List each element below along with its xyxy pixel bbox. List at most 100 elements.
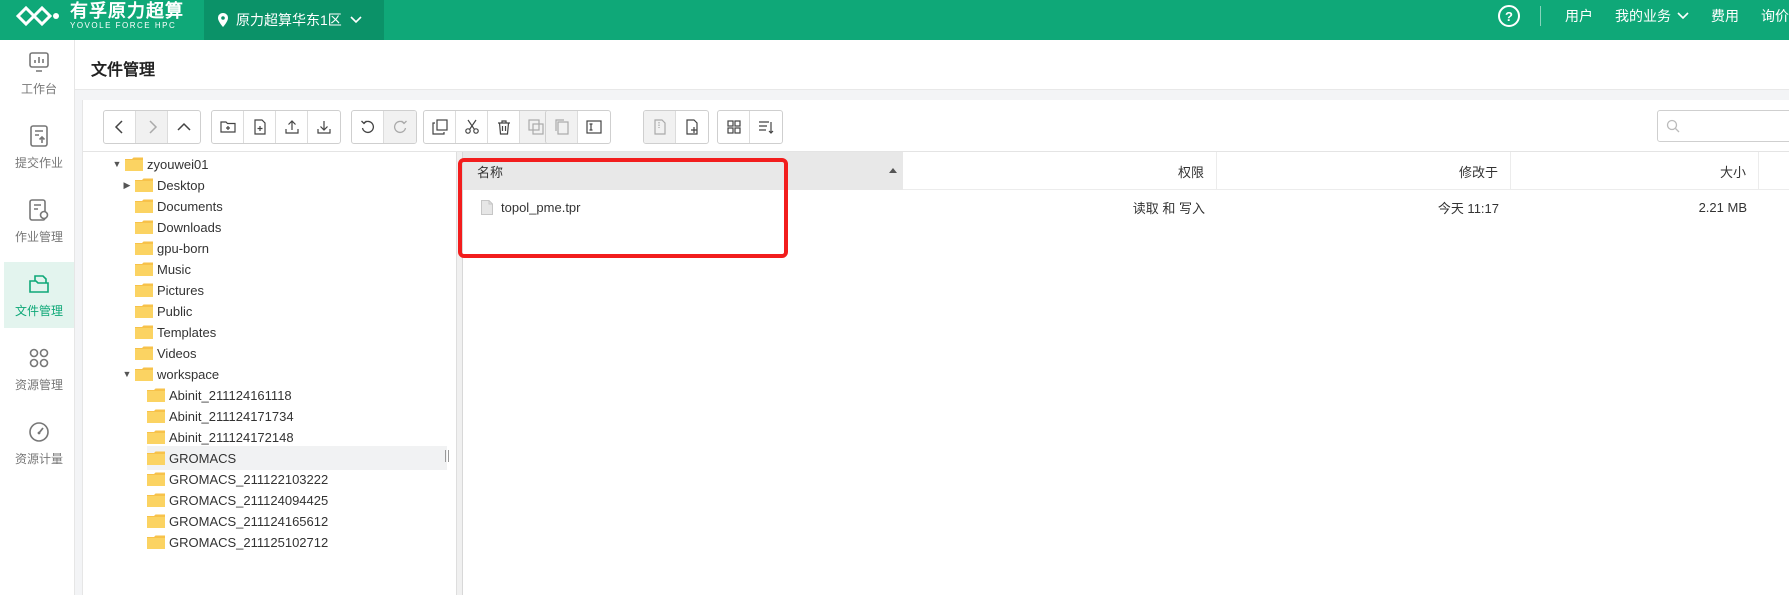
column-header-permission[interactable]: 权限 — [903, 152, 1217, 190]
forward-button[interactable] — [136, 111, 168, 143]
rename-group — [545, 110, 611, 144]
dashboard-icon — [29, 51, 49, 72]
folder-icon — [125, 157, 143, 171]
nav-billing[interactable]: 费用 — [1711, 6, 1739, 26]
column-header-modified[interactable]: 修改于 — [1217, 152, 1511, 190]
grid-view-button[interactable] — [718, 111, 750, 143]
tree-node-label: zyouwei01 — [147, 156, 209, 172]
region-selector[interactable]: 原力超算华东1区 — [204, 0, 384, 40]
new-file-button[interactable] — [244, 111, 276, 143]
tree-node-label: Desktop — [157, 177, 205, 193]
file-manage-icon — [29, 274, 49, 293]
rename-icon — [586, 120, 602, 134]
logo-mark-icon — [15, 5, 59, 27]
folder-icon — [147, 388, 165, 402]
caret-down-icon[interactable]: ▼ — [111, 158, 123, 170]
help-icon[interactable]: ? — [1498, 5, 1520, 27]
caret-down-icon[interactable]: ▼ — [121, 368, 133, 380]
folder-icon — [147, 451, 165, 465]
copy-button[interactable] — [424, 111, 456, 143]
new-file-icon — [253, 119, 266, 135]
tree-node-label: Downloads — [157, 219, 222, 235]
folder-icon — [147, 430, 165, 444]
back-button[interactable] — [104, 111, 136, 143]
sidebar-item-submit-job[interactable]: 提交作业 — [4, 114, 74, 180]
download-button[interactable] — [308, 111, 340, 143]
tree-node-label: workspace — [157, 366, 220, 382]
upload-button[interactable] — [276, 111, 308, 143]
folder-icon — [135, 199, 153, 213]
tree-node-label: Abinit_211124161118 — [169, 387, 292, 403]
sidebar-item-label: 提交作业 — [14, 155, 63, 170]
brand-logo[interactable]: 有孚原力超算 YOVOLE FORCE HPC — [14, 0, 184, 32]
file-toolbar — [83, 100, 1789, 152]
view-group — [717, 110, 783, 144]
nav-quote[interactable]: 询价 — [1761, 6, 1789, 26]
logo-text-en: YOVOLE FORCE HPC — [70, 21, 177, 30]
new-folder-button[interactable] — [212, 111, 244, 143]
tree-node-label: Abinit_211124171734 — [169, 408, 294, 424]
resize-grip-icon[interactable] — [445, 450, 449, 462]
folder-icon — [135, 178, 153, 192]
folder-icon — [147, 409, 165, 423]
folder-icon — [135, 325, 153, 339]
top-bar: 有孚原力超算 YOVOLE FORCE HPC 原力超算华东1区 ? 用户 我的… — [0, 0, 1789, 40]
search-input[interactable] — [1686, 119, 1786, 133]
gauge-icon — [29, 421, 49, 442]
folder-icon — [147, 493, 165, 507]
nav-button-group — [103, 110, 201, 144]
sidebar-item-label: 工作台 — [20, 81, 57, 96]
sort-button[interactable] — [750, 111, 782, 143]
chevron-down-icon — [1677, 12, 1689, 20]
undo-button[interactable] — [352, 111, 384, 143]
file-size: 2.21 MB — [1698, 199, 1747, 215]
sort-list-icon — [759, 121, 774, 134]
folder-icon — [135, 367, 153, 381]
edit-group — [423, 110, 553, 144]
page-title: 文件管理 — [91, 62, 156, 79]
region-label: 原力超算华东1区 — [236, 12, 342, 28]
file-permission: 读取 和 写入 — [1132, 200, 1205, 216]
job-manage-icon — [29, 198, 49, 221]
scissors-icon — [464, 119, 479, 134]
search-field[interactable] — [1657, 110, 1789, 142]
tree-node-label: Videos — [157, 345, 197, 361]
sidebar-item-dashboard[interactable]: 工作台 — [4, 40, 74, 106]
nav-my-business-label: 我的业务 — [1615, 8, 1671, 24]
nav-my-business[interactable]: 我的业务 — [1615, 6, 1689, 26]
annotation-highlight-box — [458, 158, 788, 258]
tree-node-label: Templates — [157, 324, 217, 340]
chevron-up-icon — [177, 122, 191, 131]
delete-button[interactable] — [488, 111, 520, 143]
sidebar-item-resource-metering[interactable]: 资源计量 — [4, 410, 74, 476]
compress-button[interactable] — [676, 111, 708, 143]
paste-button[interactable] — [546, 111, 578, 143]
column-header-size[interactable]: 大小 — [1511, 152, 1759, 190]
up-button[interactable] — [168, 111, 200, 143]
undo-icon — [360, 120, 374, 134]
folder-icon — [135, 220, 153, 234]
folder-icon — [135, 283, 153, 297]
file-modified: 今天 11:17 — [1437, 200, 1499, 216]
tree-node-label: GROMACS — [169, 450, 237, 466]
redo-button[interactable] — [384, 111, 416, 143]
cut-button[interactable] — [456, 111, 488, 143]
file-plus-icon — [686, 119, 698, 135]
folder-tree: ▼ zyouwei01 ▶ Desktop Documents Download… — [83, 152, 457, 595]
tree-node-label: Music — [157, 261, 191, 277]
sidebar-item-resource-manage[interactable]: 资源管理 — [4, 336, 74, 402]
tree-node-label: Abinit_211124172148 — [169, 429, 294, 445]
tree-node-label: Public — [157, 303, 193, 319]
rename-button[interactable] — [578, 111, 610, 143]
resource-grid-icon — [29, 348, 49, 367]
duplicate-icon — [528, 119, 544, 135]
tree-node[interactable]: GROMACS_211125102712 — [133, 530, 328, 554]
logo-text-cn: 有孚原力超算 — [70, 1, 184, 21]
folder-icon — [135, 304, 153, 318]
caret-right-icon[interactable]: ▶ — [121, 179, 133, 191]
extract-button[interactable] — [644, 111, 676, 143]
sidebar-item-file-manage[interactable]: 文件管理 — [4, 262, 74, 328]
sidebar-item-job-manage[interactable]: 作业管理 — [4, 188, 74, 254]
tree-node-label: gpu-born — [157, 240, 210, 256]
nav-user[interactable]: 用户 — [1565, 6, 1593, 26]
